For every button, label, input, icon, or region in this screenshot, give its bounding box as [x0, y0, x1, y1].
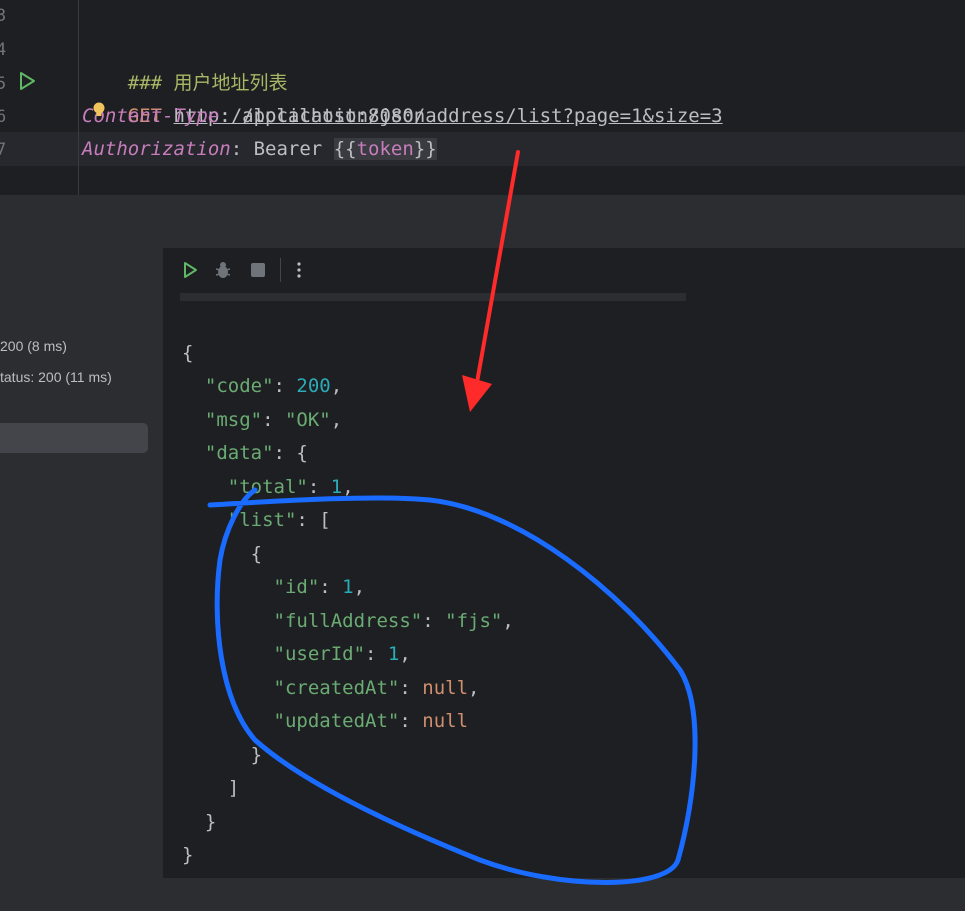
json-bracket: ]: [227, 777, 240, 799]
json-value: 1: [342, 576, 354, 598]
json-value: null: [422, 710, 469, 732]
line-number: 5: [0, 74, 7, 94]
line-number: 7: [0, 140, 7, 160]
json-key: "data": [204, 442, 274, 464]
run-icon[interactable]: [180, 260, 200, 280]
stop-icon[interactable]: [248, 260, 268, 280]
json-line: ]: [182, 772, 239, 806]
json-line: "list": [: [227, 509, 331, 531]
http-request-editor[interactable]: 3 4 5 6 7 ### 用户地址列表 GET http://localhos…: [0, 0, 965, 195]
response-panel: [163, 248, 965, 878]
json-value: "OK": [284, 409, 331, 431]
line-number: 3: [0, 6, 7, 26]
json-key: "id": [273, 576, 320, 598]
header-value: application/json: [230, 105, 426, 127]
json-key: "list": [227, 509, 297, 531]
clipped-response-line: [180, 293, 686, 301]
json-brace: }: [182, 844, 194, 866]
code-line-header-authorization: Authorization: Bearer {{token}}: [82, 132, 437, 166]
json-line: }: [182, 806, 216, 840]
json-key: "createdAt": [273, 677, 400, 699]
json-key: "fullAddress": [273, 610, 423, 632]
history-item[interactable]: tatus: 200 (11 ms): [0, 369, 112, 385]
json-value: 1: [330, 476, 343, 498]
debug-icon[interactable]: [213, 260, 233, 280]
template-brace-close: }}: [413, 138, 437, 160]
json-line: }: [182, 839, 193, 873]
header-name: Authorization: [82, 138, 231, 160]
json-line: {: [182, 538, 262, 572]
header-separator: :: [230, 138, 243, 160]
lightbulb-icon[interactable]: [92, 102, 106, 118]
line-number: 4: [0, 40, 7, 60]
json-key: "msg": [204, 409, 263, 431]
gutter-divider: [78, 0, 79, 195]
history-item[interactable]: 200 (8 ms): [0, 338, 67, 354]
json-brace: }: [204, 811, 217, 833]
template-brace-open: {{: [333, 138, 357, 160]
panel-divider[interactable]: [0, 195, 965, 248]
json-key: "total": [227, 476, 308, 498]
line-number: 6: [0, 107, 7, 127]
json-value: 1: [387, 643, 400, 665]
history-selected-row[interactable]: [0, 423, 148, 453]
json-key: "updatedAt": [273, 710, 400, 732]
run-request-icon[interactable]: [16, 70, 38, 92]
json-line: {: [182, 337, 193, 371]
json-line: "createdAt": null,: [273, 677, 480, 699]
json-key: "code": [204, 375, 274, 397]
json-key: "userId": [273, 643, 366, 665]
json-line: "msg": "OK",: [204, 409, 343, 431]
json-line: }: [182, 739, 262, 773]
json-line: "code": 200,: [204, 375, 343, 397]
header-value: Bearer: [242, 138, 334, 160]
code-line-header-content-type: Content-Type: application/json: [82, 99, 425, 133]
json-line: "updatedAt": null: [273, 710, 469, 732]
json-brace: {: [250, 543, 263, 565]
toolbar-separator: [280, 258, 281, 282]
header-separator: :: [219, 105, 231, 127]
json-line: "total": 1,: [227, 476, 354, 498]
json-brace: {: [182, 342, 194, 364]
response-toolbar: [163, 248, 965, 292]
json-line: "data": {: [204, 442, 308, 464]
template-variable[interactable]: token: [356, 138, 414, 160]
json-value: "fjs": [445, 610, 503, 632]
more-icon[interactable]: [289, 260, 309, 280]
json-line: "userId": 1,: [273, 643, 411, 665]
json-value: 200: [296, 375, 331, 397]
json-line: "fullAddress": "fjs",: [273, 610, 514, 632]
json-line: "id": 1,: [273, 576, 366, 598]
status-bar: [0, 878, 965, 911]
json-brace: }: [250, 744, 263, 766]
json-value: null: [422, 677, 469, 699]
